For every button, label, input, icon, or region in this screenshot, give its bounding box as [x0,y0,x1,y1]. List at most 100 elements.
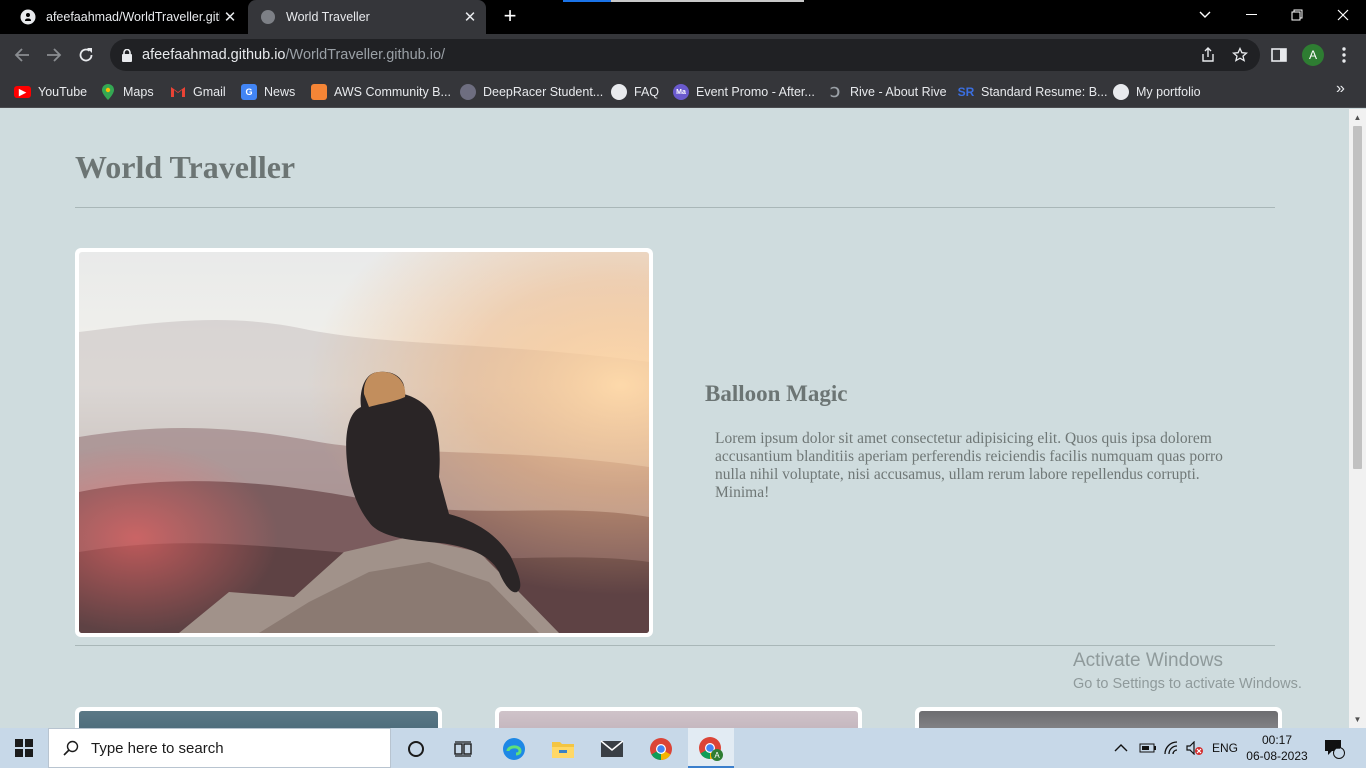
bookmark-label: Maps [123,85,154,99]
youtube-icon: ▶ [14,86,31,98]
browser-toolbar: afeefaahmad.github.io/WorldTraveller.git… [0,34,1366,76]
globe-icon [611,84,627,100]
tab-search-chevron-icon[interactable] [1182,0,1228,30]
chrome-profile-icon[interactable]: A [691,734,731,764]
file-explorer-icon[interactable] [543,734,583,764]
notification-count: 8 [1336,741,1342,751]
watermark-title: Activate Windows [1073,650,1223,671]
bookmark-standard-resume[interactable]: SR Standard Resume: B... [957,82,1108,102]
maps-icon [100,84,116,100]
bookmark-label: DeepRacer Student... [483,85,604,99]
windows-start-icon[interactable] [0,728,48,768]
search-placeholder: Type here to search [91,739,224,757]
bookmark-label: Event Promo - After... [696,85,815,99]
destination-card [915,707,1282,728]
chrome-icon[interactable] [641,734,681,764]
new-tab-button[interactable]: + [498,4,522,30]
profile-avatar[interactable]: A [1302,44,1324,66]
rive-icon: Ↄ [830,83,840,100]
news-icon: G [241,84,257,100]
tab-title: afeefaahmad/WorldTraveller.githu [46,10,220,24]
watermark-subtitle: Go to Settings to activate Windows. [1073,676,1302,692]
hero-image-frame [75,248,653,637]
lock-icon [122,48,132,62]
side-panel-icon[interactable] [1266,42,1292,68]
edge-browser-icon[interactable] [494,734,534,764]
tab-title: World Traveller [286,10,370,24]
back-arrow-icon[interactable] [9,42,35,68]
bookmark-faq[interactable]: FAQ [611,82,659,102]
meetup-icon: Ma [673,84,689,100]
feature-description: Lorem ipsum dolor sit amet consectetur a… [715,430,1223,501]
bookmark-star-icon[interactable] [1227,42,1253,68]
bookmark-gmail[interactable]: Gmail [170,82,226,102]
close-tab-icon[interactable]: ✕ [220,8,240,26]
bookmarks-bar: ▶ YouTube Maps Gmail G News AWS Communit… [0,76,1366,108]
destination-card [495,707,862,728]
bookmark-rive[interactable]: Ↄ Rive - About Rive [827,82,947,102]
url-path: /WorldTraveller.github.io/ [285,47,446,63]
loading-bar [563,0,804,2]
bookmark-label: Rive - About Rive [850,85,947,99]
sr-icon: SR [957,85,975,99]
tab-strip: afeefaahmad/WorldTraveller.githu ✕ World… [0,0,1366,34]
page-scrollbar[interactable]: ▲ ▼ [1349,109,1366,728]
activate-windows-watermark: Activate Windows Go to Settings to activ… [1073,650,1302,692]
scroll-up-arrow-icon[interactable]: ▲ [1349,109,1366,126]
address-bar[interactable]: afeefaahmad.github.io/WorldTraveller.git… [110,39,1260,71]
destination-card [75,707,442,728]
bookmark-label: Standard Resume: B... [981,85,1108,99]
gmail-icon [170,84,186,100]
github-icon [20,9,36,25]
bookmark-label: Gmail [193,85,226,99]
battery-icon[interactable] [1139,728,1157,768]
menu-kebab-icon[interactable] [1331,42,1357,68]
url-text: afeefaahmad.github.io/WorldTraveller.git… [142,47,445,63]
bookmark-label: My portfolio [1136,85,1201,99]
scroll-down-arrow-icon[interactable]: ▼ [1349,711,1366,728]
taskbar-clock[interactable]: 00:17 06-08-2023 [1246,732,1308,764]
share-icon[interactable] [1195,42,1221,68]
bookmark-news[interactable]: G News [241,82,295,102]
search-icon [63,740,79,756]
tab-world-traveller[interactable]: World Traveller ✕ [248,0,486,34]
close-tab-icon[interactable]: ✕ [460,8,480,26]
clock-date: 06-08-2023 [1246,749,1308,763]
restore-icon[interactable] [1274,0,1320,30]
wifi-icon[interactable] [1164,728,1180,768]
divider [75,645,1275,646]
tab-github[interactable]: afeefaahmad/WorldTraveller.githu ✕ [8,0,246,34]
bookmarks-overflow-chevron-icon[interactable]: » [1336,80,1345,98]
bookmark-label: FAQ [634,85,660,99]
task-view-icon[interactable] [443,734,483,764]
bookmark-label: News [264,85,296,99]
minimize-icon[interactable] [1228,0,1274,30]
bookmark-maps[interactable]: Maps [100,82,154,102]
cortana-icon[interactable] [396,734,436,764]
reload-icon[interactable] [73,42,99,68]
deepracer-icon [460,84,476,100]
notifications-icon[interactable]: 8 [1323,728,1345,768]
bookmark-youtube[interactable]: ▶ YouTube [14,82,87,102]
show-hidden-icons-chevron-icon[interactable] [1114,728,1128,768]
clock-time: 00:17 [1261,733,1293,747]
forward-arrow-icon[interactable] [41,42,67,68]
card-image [919,711,1278,728]
windows-taskbar: Type here to search A ENG 00:17 06-08-20… [0,728,1366,768]
taskbar-search-box[interactable]: Type here to search [48,728,391,768]
language-indicator[interactable]: ENG [1212,728,1238,768]
bookmark-deepracer[interactable]: DeepRacer Student... [460,82,603,102]
bookmark-my-portfolio[interactable]: My portfolio [1113,82,1201,102]
globe-icon [1113,84,1129,100]
globe-icon [261,10,275,24]
feature-title: Balloon Magic [705,381,848,406]
mail-icon[interactable] [592,734,632,764]
bookmark-label: AWS Community B... [334,85,451,99]
scrollbar-thumb[interactable] [1353,126,1362,469]
bookmark-event-promo[interactable]: Ma Event Promo - After... [673,82,815,102]
close-window-icon[interactable] [1320,0,1366,30]
bookmark-aws[interactable]: AWS Community B... [311,82,451,102]
card-image [79,711,438,728]
volume-muted-icon[interactable] [1186,728,1204,768]
url-host: afeefaahmad.github.io [142,47,286,63]
